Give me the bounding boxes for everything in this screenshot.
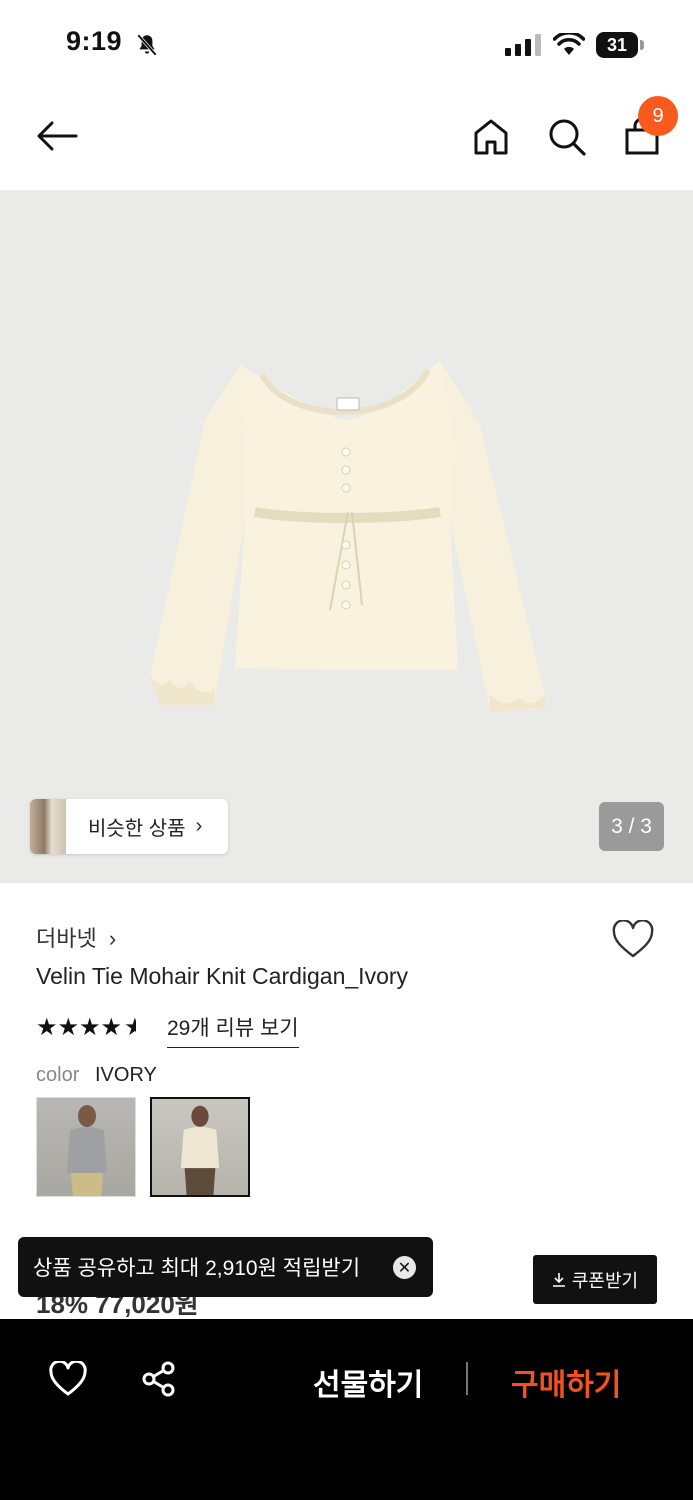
brand-name: 더바넷 [36, 926, 97, 951]
cart-count-badge: 9 [638, 96, 678, 136]
home-icon[interactable] [473, 118, 509, 156]
similar-products-thumbnail [30, 799, 66, 854]
brand-link[interactable]: 더바넷 › [36, 921, 116, 953]
similar-products-label: 비슷한 상품 [88, 818, 186, 840]
review-link[interactable]: 29개 리뷰 보기 [167, 1012, 299, 1048]
bell-slash-icon [137, 34, 157, 56]
search-icon[interactable] [548, 118, 586, 156]
color-label: color [36, 1064, 80, 1086]
chevron-right-icon: › [108, 926, 117, 951]
status-time: 9:19 [66, 26, 123, 56]
cardigan-illustration [150, 360, 545, 712]
color-swatch-ivory[interactable] [150, 1097, 250, 1197]
download-icon [552, 1272, 565, 1287]
color-value: IVORY [95, 1064, 157, 1086]
similar-products-button[interactable]: 비슷한 상품 › [30, 799, 228, 854]
half-star-icon: ★ [124, 1014, 137, 1041]
coupon-label: 쿠폰받기 [571, 1270, 639, 1291]
product-image[interactable] [0, 190, 693, 883]
toast-message: 상품 공유하고 최대 2,910원 적립받기 [33, 1257, 361, 1280]
rating-stars: ★★★★ ★ [36, 1013, 136, 1042]
star-icons: ★★★★ [36, 1014, 123, 1041]
image-pager: 3 / 3 [599, 802, 664, 851]
share-icon[interactable] [140, 1360, 178, 1398]
model-thumbnail [180, 1105, 220, 1195]
coupon-button[interactable]: 쿠폰받기 [533, 1255, 657, 1304]
buy-button[interactable]: 구매하기 [511, 1360, 621, 1404]
heart-icon[interactable] [48, 1361, 88, 1397]
chevron-right-icon: › [195, 815, 203, 837]
close-icon[interactable]: ✕ [393, 1256, 416, 1279]
battery-tip [640, 40, 644, 50]
divider [466, 1362, 468, 1395]
share-reward-toast: 상품 공유하고 최대 2,910원 적립받기 ✕ [18, 1237, 433, 1297]
color-swatch-gray[interactable] [36, 1097, 136, 1197]
model-thumbnail [67, 1105, 107, 1196]
back-arrow-icon[interactable] [36, 120, 78, 152]
wifi-icon [553, 33, 585, 55]
product-title: Velin Tie Mohair Knit Cardigan_Ivory [36, 963, 409, 989]
bottom-action-bar [0, 1319, 693, 1500]
signal-icon [505, 34, 541, 56]
battery-icon: 31 [596, 32, 638, 58]
favorite-heart-icon[interactable] [611, 920, 655, 960]
gift-button[interactable]: 선물하기 [313, 1360, 423, 1404]
